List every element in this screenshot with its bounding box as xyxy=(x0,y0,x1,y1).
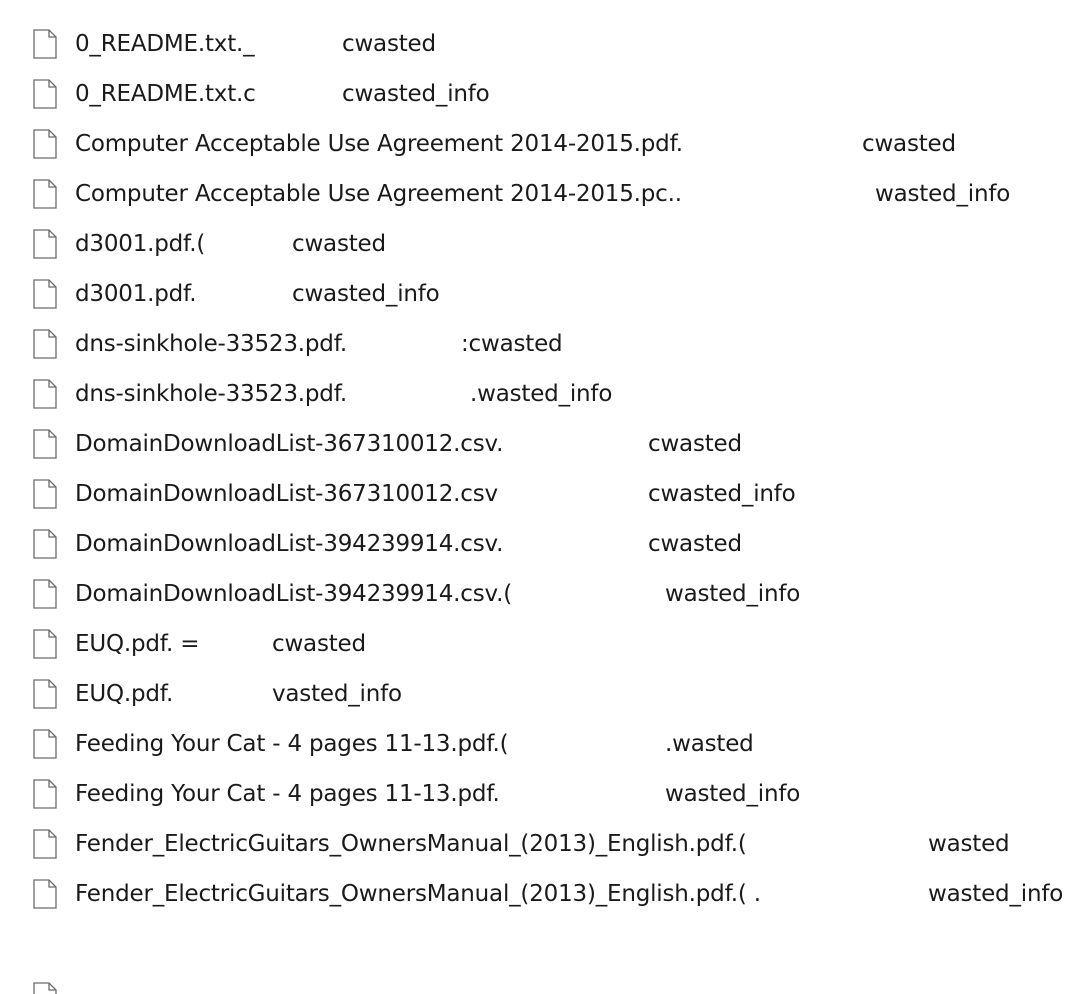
list-item[interactable]: dns-sinkhole-33523.pdf. :cwasted xyxy=(20,322,1080,372)
blank-file-icon xyxy=(33,982,57,994)
list-item[interactable]: DomainDownloadList-367310012.csv cwasted… xyxy=(20,472,1080,522)
blank-file-icon xyxy=(33,279,57,309)
blank-file-icon xyxy=(33,729,57,759)
file-name: Computer Acceptable Use Agreement 2014-2… xyxy=(75,181,682,207)
file-extension-suffix: wasted_info xyxy=(665,781,801,807)
list-item[interactable]: Feeding Your Cat - 4 pages 11-13.pdf. wa… xyxy=(20,772,1080,822)
file-extension-suffix: cwasted xyxy=(648,431,742,457)
file-name: 0_README.txt.c xyxy=(75,81,256,107)
blank-file-icon xyxy=(33,579,57,609)
list-item[interactable]: EUQ.pdf. = cwasted xyxy=(20,622,1080,672)
file-name: Feeding Your Cat - 4 pages 11-13.pdf. xyxy=(75,781,500,807)
list-item[interactable]: Computer Acceptable Use Agreement 2014-2… xyxy=(20,172,1080,222)
file-extension-suffix: .wasted_info xyxy=(470,381,613,407)
file-name: DomainDownloadList-367310012.csv xyxy=(75,481,498,507)
file-name: DomainDownloadList-394239914.csv.( xyxy=(75,581,513,607)
list-item[interactable]: DomainDownloadList-394239914.csv.( waste… xyxy=(20,572,1080,622)
file-extension-suffix: :cwasted xyxy=(461,331,563,357)
file-name: Feeding Your Cat - 4 pages 11-13.pdf.( xyxy=(75,731,509,757)
file-name: DomainDownloadList-394239914.csv. xyxy=(75,531,504,557)
file-name: 0_README.txt._ xyxy=(75,31,255,57)
file-extension-suffix: wasted_info xyxy=(875,181,1011,207)
blank-file-icon xyxy=(33,779,57,809)
list-item[interactable]: Fender_ElectricGuitars_OwnersManual_(201… xyxy=(20,822,1080,872)
file-extension-suffix: cwasted_info xyxy=(292,281,440,307)
file-name: EUQ.pdf. = xyxy=(75,631,200,657)
file-extension-suffix: cwasted_info xyxy=(342,81,490,107)
list-item[interactable]: Fender_ElectricGuitars_OwnersManual_(201… xyxy=(20,872,1080,922)
file-extension-suffix: wasted_info xyxy=(665,581,801,607)
list-item[interactable]: 0_README.txt.c cwasted_info xyxy=(20,72,1080,122)
list-item[interactable]: DomainDownloadList-367310012.csv. cwaste… xyxy=(20,422,1080,472)
file-extension-suffix: vasted_info xyxy=(272,681,402,707)
blank-file-icon xyxy=(33,379,57,409)
file-extension-suffix: cwasted_info xyxy=(648,481,796,507)
list-item[interactable]: 0_README.txt._ cwasted xyxy=(20,22,1080,72)
file-extension-suffix: cwasted xyxy=(862,131,956,157)
file-extension-suffix: cwasted xyxy=(342,31,436,57)
list-item[interactable]: EUQ.pdf. vasted_info xyxy=(20,672,1080,722)
blank-file-icon xyxy=(33,879,57,909)
file-extension-suffix: .wasted xyxy=(665,731,754,757)
file-extension-suffix: cwasted xyxy=(292,231,386,257)
file-extension-suffix: cwasted xyxy=(272,631,366,657)
file-extension-suffix: wasted_info xyxy=(928,881,1064,907)
list-item[interactable]: dns-sinkhole-33523.pdf. .wasted_info xyxy=(20,372,1080,422)
list-item[interactable]: d3001.pdf.( cwasted xyxy=(20,222,1080,272)
list-item[interactable]: Feeding Your Cat - 4 pages 11-13.pdf.( .… xyxy=(20,722,1080,772)
file-name: Fender_ElectricGuitars_OwnersManual_(201… xyxy=(75,881,761,907)
file-name: d3001.pdf.( xyxy=(75,231,206,257)
file-name: dns-sinkhole-33523.pdf. xyxy=(75,381,348,407)
blank-file-icon xyxy=(33,29,57,59)
list-item[interactable]: Computer Acceptable Use Agreement 2014-2… xyxy=(20,122,1080,172)
file-extension-suffix: cwasted xyxy=(648,531,742,557)
blank-file-icon xyxy=(33,629,57,659)
file-name: Fender_ElectricGuitars_OwnersManual_(201… xyxy=(75,831,747,857)
file-name: dns-sinkhole-33523.pdf. xyxy=(75,331,348,357)
list-item[interactable]: d3001.pdf. cwasted_info xyxy=(20,272,1080,322)
file-name: Computer Acceptable Use Agreement 2014-2… xyxy=(75,131,683,157)
file-name: DomainDownloadList-367310012.csv. xyxy=(75,431,504,457)
blank-file-icon xyxy=(33,429,57,459)
blank-file-icon xyxy=(33,829,57,859)
blank-file-icon xyxy=(33,679,57,709)
list-item[interactable]: DomainDownloadList-394239914.csv. cwaste… xyxy=(20,522,1080,572)
file-name: EUQ.pdf. xyxy=(75,681,174,707)
file-name: d3001.pdf. xyxy=(75,281,197,307)
blank-file-icon xyxy=(33,79,57,109)
blank-file-icon xyxy=(33,529,57,559)
blank-file-icon xyxy=(33,129,57,159)
file-extension-suffix: wasted xyxy=(928,831,1010,857)
blank-file-icon xyxy=(33,329,57,359)
blank-file-icon xyxy=(33,229,57,259)
blank-file-icon xyxy=(33,179,57,209)
file-list: 0_README.txt._ cwasted 0_README.txt.c cw… xyxy=(0,0,1085,994)
blank-file-icon xyxy=(33,479,57,509)
